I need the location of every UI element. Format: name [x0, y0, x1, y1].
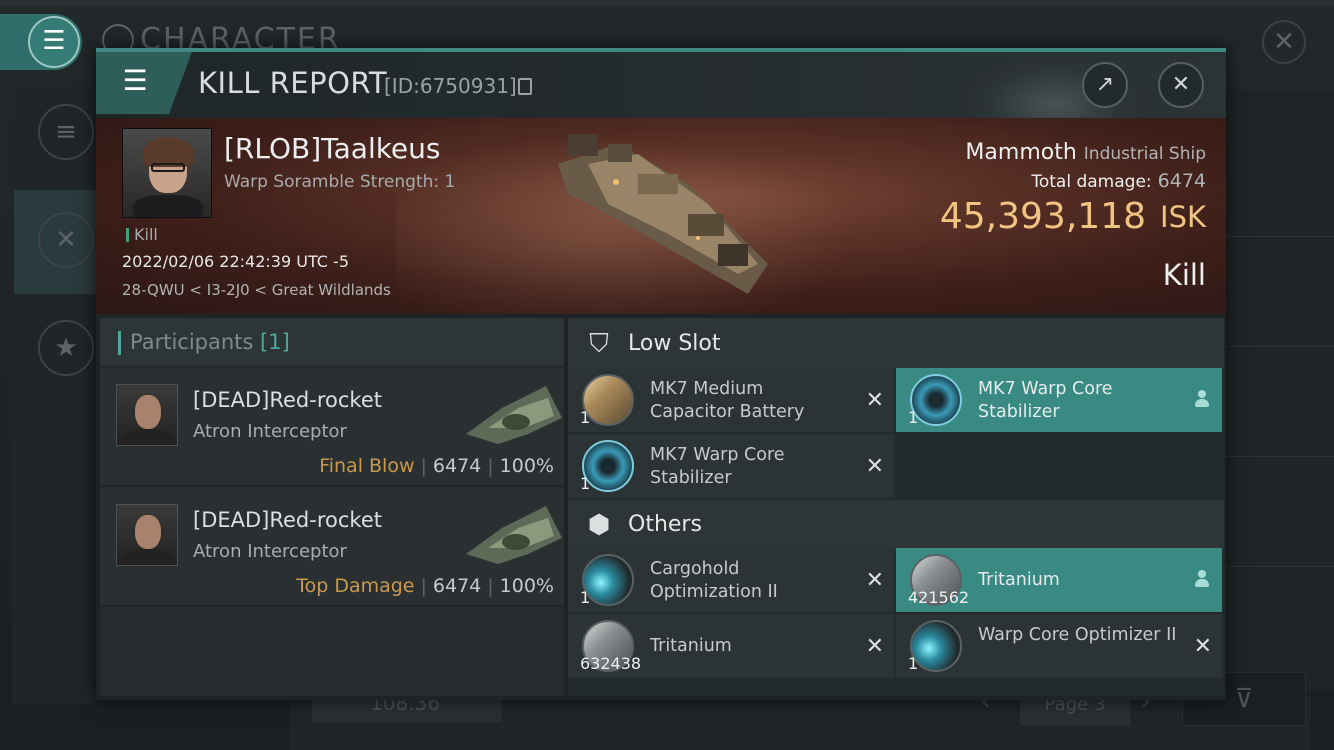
item-quantity: 1 — [580, 588, 591, 607]
participant-ship: Atron Interceptor — [193, 541, 347, 562]
atron-interceptor-image — [466, 506, 562, 564]
menu-icon[interactable]: ☰ — [28, 16, 80, 68]
item-name: MK7 Medium Capacitor Battery — [650, 379, 805, 422]
kill-tag-marker — [126, 228, 129, 242]
item-name: Warp Core Optimizer II — [978, 625, 1177, 645]
participants-count: [1] — [260, 330, 290, 354]
item-quantity: 1 — [580, 474, 591, 493]
victim-portrait[interactable] — [122, 128, 212, 218]
participants-label: Participants — [130, 330, 254, 354]
ship-type: Mammoth — [965, 140, 1077, 165]
item-quantity: 1 — [908, 408, 919, 427]
copy-icon[interactable] — [518, 78, 532, 95]
background-sidebar — [12, 84, 96, 704]
mammoth-ship-image — [558, 134, 768, 294]
background-close-icon[interactable]: ✕ — [1262, 20, 1306, 64]
participant-stats: Final Blow | 6474 | 100% — [319, 455, 554, 477]
dropped-user-icon — [1194, 568, 1210, 590]
item-row[interactable]: 1 MK7 Warp Core Stabilizer ✕ — [568, 434, 894, 498]
total-damage-label: Total damage: — [1031, 172, 1152, 192]
item-name: Cargohold Optimization II — [650, 559, 778, 602]
isk-unit: ISK — [1160, 200, 1206, 234]
item-row[interactable]: 1 Warp Core Optimizer II ✕ — [896, 614, 1222, 678]
participants-header-marker — [118, 331, 121, 355]
close-button[interactable]: ✕ — [1158, 62, 1204, 108]
dialog-accent-line — [96, 48, 1226, 52]
item-name: MK7 Warp Core Stabilizer — [650, 445, 785, 488]
background-right-panel — [1226, 90, 1334, 690]
item-name: MK7 Warp Core Stabilizer — [978, 379, 1113, 422]
dialog-title: KILL REPORT — [198, 66, 388, 100]
item-quantity: 1 — [580, 408, 591, 427]
item-quantity: 632438 — [580, 654, 642, 673]
destroyed-icon: ✕ — [1193, 634, 1212, 659]
background-top-bar — [0, 0, 1334, 6]
destroyed-icon: ✕ — [865, 568, 884, 593]
low-slot-title: Low Slot — [628, 331, 721, 356]
item-name: Tritanium — [978, 570, 1060, 590]
destroyed-icon: ✕ — [865, 634, 884, 659]
destroyed-icon: ✕ — [865, 388, 884, 413]
share-button[interactable]: ↗ — [1082, 62, 1128, 108]
participants-title: Participants [1] — [130, 330, 290, 354]
main-menu-button[interactable]: ☰ — [0, 14, 82, 70]
participant-name[interactable]: [DEAD]Red-rocket — [193, 388, 382, 412]
shield-slot-icon: ⛉ — [589, 329, 609, 359]
menu-icon[interactable]: ≡ — [38, 104, 94, 160]
victim-name[interactable]: [RLOB]Taalkeus — [224, 132, 441, 165]
kill-tag: Kill — [134, 225, 158, 244]
top-damage-label: Top Damage — [296, 575, 415, 597]
item-row[interactable]: 1 Cargohold Optimization II ✕ — [568, 548, 894, 612]
item-row[interactable]: 1 MK7 Warp Core Stabilizer — [896, 368, 1222, 432]
others-title: Others — [628, 512, 702, 537]
kill-date: 2022/02/06 22:42:39 UTC -5 — [122, 252, 350, 271]
isk-value: 45,393,118 — [939, 196, 1146, 237]
divider — [1226, 346, 1334, 347]
kill-location[interactable]: 28-QWU < I3-2J0 < Great Wildlands — [122, 281, 391, 299]
participant-ship: Atron Interceptor — [193, 421, 347, 442]
total-damage: Total damage: 6474 — [1031, 170, 1206, 192]
divider — [1226, 236, 1334, 237]
menu-icon[interactable]: ☰ — [118, 64, 152, 98]
item-row[interactable]: 1 MK7 Medium Capacitor Battery ✕ — [568, 368, 894, 432]
total-damage-value: 6474 — [1157, 170, 1206, 192]
crossed-swords-icon[interactable]: ✕ — [38, 212, 94, 268]
participant-name[interactable]: [DEAD]Red-rocket — [193, 508, 382, 532]
kill-report-id: [ID:6750931] — [384, 74, 517, 98]
participant-stats: Top Damage | 6474 | 100% — [296, 575, 554, 597]
participant-damage: 6474 — [432, 455, 482, 477]
participant-avatar[interactable] — [116, 384, 178, 446]
ship-class: Industrial Ship — [1083, 144, 1206, 164]
item-quantity: 1 — [908, 654, 919, 673]
kill-result-label: Kill — [1162, 258, 1206, 292]
item-row[interactable]: 632438 Tritanium ✕ — [568, 614, 894, 678]
participant-percent: 100% — [499, 575, 554, 597]
item-name: Tritanium — [650, 636, 732, 656]
ship-name[interactable]: Mammoth Industrial Ship — [965, 140, 1206, 165]
participant-avatar[interactable] — [116, 504, 178, 566]
victim-subtitle: Warp Soramble Strength: 1 — [224, 172, 456, 192]
item-row[interactable]: 421562 Tritanium — [896, 548, 1222, 612]
divider — [1226, 456, 1334, 457]
cube-icon: ⬢ — [587, 510, 611, 540]
destroyed-icon: ✕ — [865, 454, 884, 479]
item-quantity: 421562 — [908, 588, 970, 607]
dropped-user-icon — [1194, 388, 1210, 410]
participant-percent: 100% — [499, 455, 554, 477]
final-blow-label: Final Blow — [319, 455, 415, 477]
star-icon[interactable]: ★ — [38, 320, 94, 376]
divider — [1226, 566, 1334, 567]
participant-damage: 6474 — [432, 575, 482, 597]
atron-interceptor-image — [466, 386, 562, 444]
